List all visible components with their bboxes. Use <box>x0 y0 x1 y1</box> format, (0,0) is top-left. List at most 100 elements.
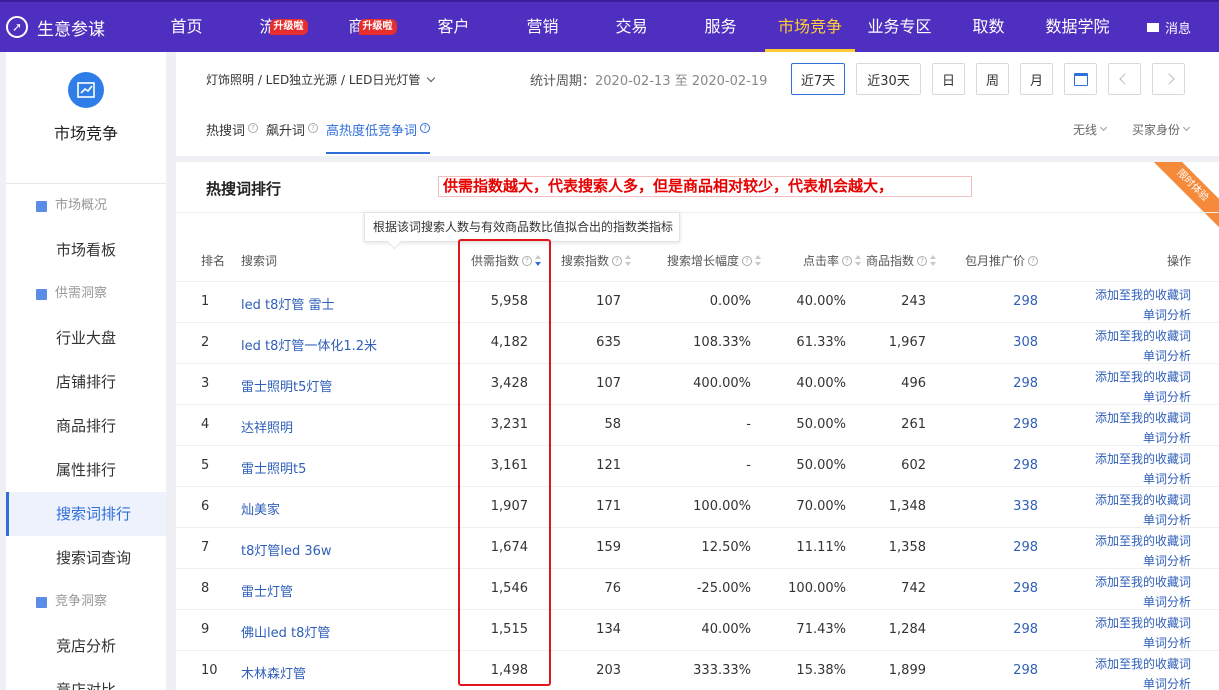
day-button[interactable]: 日 <box>932 63 965 95</box>
nav-item-0[interactable]: 首页 <box>142 2 231 52</box>
add-to-favorites-link[interactable]: 添加至我的收藏词 <box>1095 367 1191 387</box>
sort-icon[interactable] <box>930 255 936 266</box>
column-header-5[interactable]: 点击率? <box>803 252 861 269</box>
add-to-favorites-link[interactable]: 添加至我的收藏词 <box>1095 572 1191 592</box>
cell-keyword[interactable]: t8灯管led 36w <box>241 540 332 559</box>
next-period-button[interactable] <box>1152 63 1185 95</box>
nav-item-label: 业务专区 <box>867 17 932 36</box>
add-to-favorites-link[interactable]: 添加至我的收藏词 <box>1095 408 1191 428</box>
cell-goods: 742 <box>901 581 926 596</box>
table-row: 6 灿美家 1,907 171 100.00% 70.00% 1,348 338 添加至我的收藏… <box>176 486 1219 527</box>
column-header-3[interactable]: 搜索指数? <box>561 252 631 269</box>
sidebar-item-1-3[interactable]: 属性排行 <box>6 448 166 492</box>
nav-item-4[interactable]: 营销 <box>498 2 587 52</box>
cell-supply: 3,161 <box>490 458 528 473</box>
nav-item-9[interactable]: 取数 <box>944 2 1033 52</box>
cell-price[interactable]: 298 <box>1013 540 1038 555</box>
week-button[interactable]: 周 <box>976 63 1009 95</box>
filter-dropdown-1[interactable]: 买家身份 <box>1132 121 1191 138</box>
nav-item-6[interactable]: 服务 <box>676 2 765 52</box>
sidebar-item-1-5[interactable]: 搜索词查询 <box>6 536 166 580</box>
table-header: 排名 搜索词 供需指数? 搜索指数? 搜索增长幅度? 点击率? 商品指数? 包月推广价? 操作 <box>176 240 1219 281</box>
help-icon[interactable]: ? <box>842 255 852 266</box>
sidebar: 市场竞争 市场概况 市场看板 供需洞察 行业大盘 店铺排行 商品排行 属性排行 搜索词排行 搜索… <box>6 52 166 690</box>
month-button[interactable]: 月 <box>1020 63 1053 95</box>
help-icon[interactable]: ? <box>612 255 622 266</box>
column-header-label: 点击率 <box>802 254 839 268</box>
category-breadcrumb[interactable]: 灯饰照明 / LED独立光源 / LED日光灯管 <box>206 71 436 88</box>
last-30-days-button[interactable]: 近30天 <box>856 63 921 95</box>
column-header-4[interactable]: 搜索增长幅度? <box>667 252 761 269</box>
help-icon[interactable]: ? <box>1028 255 1038 266</box>
cell-price[interactable]: 338 <box>1013 499 1038 514</box>
cell-price[interactable]: 298 <box>1013 663 1038 678</box>
sidebar-item-1-4[interactable]: 搜索词排行 <box>6 492 166 536</box>
sidebar-item-0-0[interactable]: 市场看板 <box>6 228 166 272</box>
cell-price[interactable]: 308 <box>1013 335 1038 350</box>
row-actions: 添加至我的收藏词 单词分析 <box>1095 613 1191 653</box>
filter-dropdown-0[interactable]: 无线 <box>1073 121 1108 138</box>
prev-period-button[interactable] <box>1108 63 1141 95</box>
cell-supply: 4,182 <box>490 335 528 350</box>
nav-item-8[interactable]: 业务专区 <box>855 2 944 52</box>
help-icon[interactable]: ? <box>248 123 259 133</box>
help-icon[interactable]: ? <box>917 255 927 266</box>
sort-icon[interactable] <box>755 255 761 266</box>
subtab-2[interactable]: 高热度低竞争词? <box>326 120 431 154</box>
cell-keyword[interactable]: 雷士照明t5 <box>241 458 306 477</box>
cell-keyword[interactable]: led t8灯管一体化1.2米 <box>241 335 377 354</box>
add-to-favorites-link[interactable]: 添加至我的收藏词 <box>1095 490 1191 510</box>
nav-item-2[interactable]: 商品升级啦 <box>320 2 409 52</box>
help-icon[interactable]: ? <box>420 123 431 133</box>
help-icon[interactable]: ? <box>742 255 752 266</box>
cell-price[interactable]: 298 <box>1013 458 1038 473</box>
column-header-2[interactable]: 供需指数? <box>471 252 541 269</box>
cell-keyword[interactable]: led t8灯管 雷士 <box>241 294 335 313</box>
cell-keyword[interactable]: 雷士灯管 <box>241 581 293 600</box>
add-to-favorites-link[interactable]: 添加至我的收藏词 <box>1095 654 1191 674</box>
add-to-favorites-link[interactable]: 添加至我的收藏词 <box>1095 449 1191 469</box>
nav-item-10[interactable]: 数据学院 <box>1033 2 1122 52</box>
cell-price[interactable]: 298 <box>1013 581 1038 596</box>
nav-item-7[interactable]: 市场竞争 <box>765 2 855 52</box>
sidebar-item-1-2[interactable]: 商品排行 <box>6 404 166 448</box>
help-icon[interactable]: ? <box>308 123 319 133</box>
cell-price[interactable]: 298 <box>1013 417 1038 432</box>
logo-text: 生意参谋 <box>37 19 105 40</box>
word-analysis-link[interactable]: 单词分析 <box>1095 674 1191 690</box>
cell-keyword[interactable]: 木林森灯管 <box>241 663 306 682</box>
add-to-favorites-link[interactable]: 添加至我的收藏词 <box>1095 285 1191 305</box>
cell-keyword[interactable]: 达祥照明 <box>241 417 293 436</box>
cell-keyword[interactable]: 灿美家 <box>241 499 280 518</box>
nav-item-5[interactable]: 交易 <box>587 2 676 52</box>
sort-icon[interactable] <box>855 255 861 266</box>
cell-growth: 40.00% <box>701 622 751 637</box>
sidebar-item-1-1[interactable]: 店铺排行 <box>6 360 166 404</box>
column-header-6[interactable]: 商品指数? <box>866 252 936 269</box>
sidebar-item-2-1[interactable]: 竞店对比 <box>6 668 166 690</box>
subtab-0[interactable]: 热搜词? <box>206 120 259 154</box>
cell-price[interactable]: 298 <box>1013 294 1038 309</box>
cell-search: 58 <box>604 417 621 432</box>
add-to-favorites-link[interactable]: 添加至我的收藏词 <box>1095 531 1191 551</box>
cell-price[interactable]: 298 <box>1013 622 1038 637</box>
help-icon[interactable]: ? <box>522 255 532 266</box>
nav-item-1[interactable]: 流量升级啦 <box>231 2 320 52</box>
messages-link[interactable]: 消息 <box>1146 2 1191 52</box>
add-to-favorites-link[interactable]: 添加至我的收藏词 <box>1095 613 1191 633</box>
sort-icon[interactable] <box>535 255 541 266</box>
add-to-favorites-link[interactable]: 添加至我的收藏词 <box>1095 326 1191 346</box>
sidebar-group-2: 竞争洞察 <box>6 580 166 624</box>
calendar-button[interactable] <box>1064 63 1097 95</box>
sidebar-item-1-0[interactable]: 行业大盘 <box>6 316 166 360</box>
cell-keyword[interactable]: 雷士照明t5灯管 <box>241 376 332 395</box>
subtab-1[interactable]: 飙升词? <box>266 120 319 154</box>
cell-supply: 1,546 <box>490 581 528 596</box>
cell-keyword[interactable]: 佛山led t8灯管 <box>241 622 330 641</box>
nav-item-3[interactable]: 客户 <box>409 2 498 52</box>
cell-price[interactable]: 298 <box>1013 376 1038 391</box>
sidebar-item-2-0[interactable]: 竞店分析 <box>6 624 166 668</box>
logo[interactable]: ➚ 生意参谋 <box>6 15 142 40</box>
sort-icon[interactable] <box>625 255 631 266</box>
last-7-days-button[interactable]: 近7天 <box>791 63 845 95</box>
